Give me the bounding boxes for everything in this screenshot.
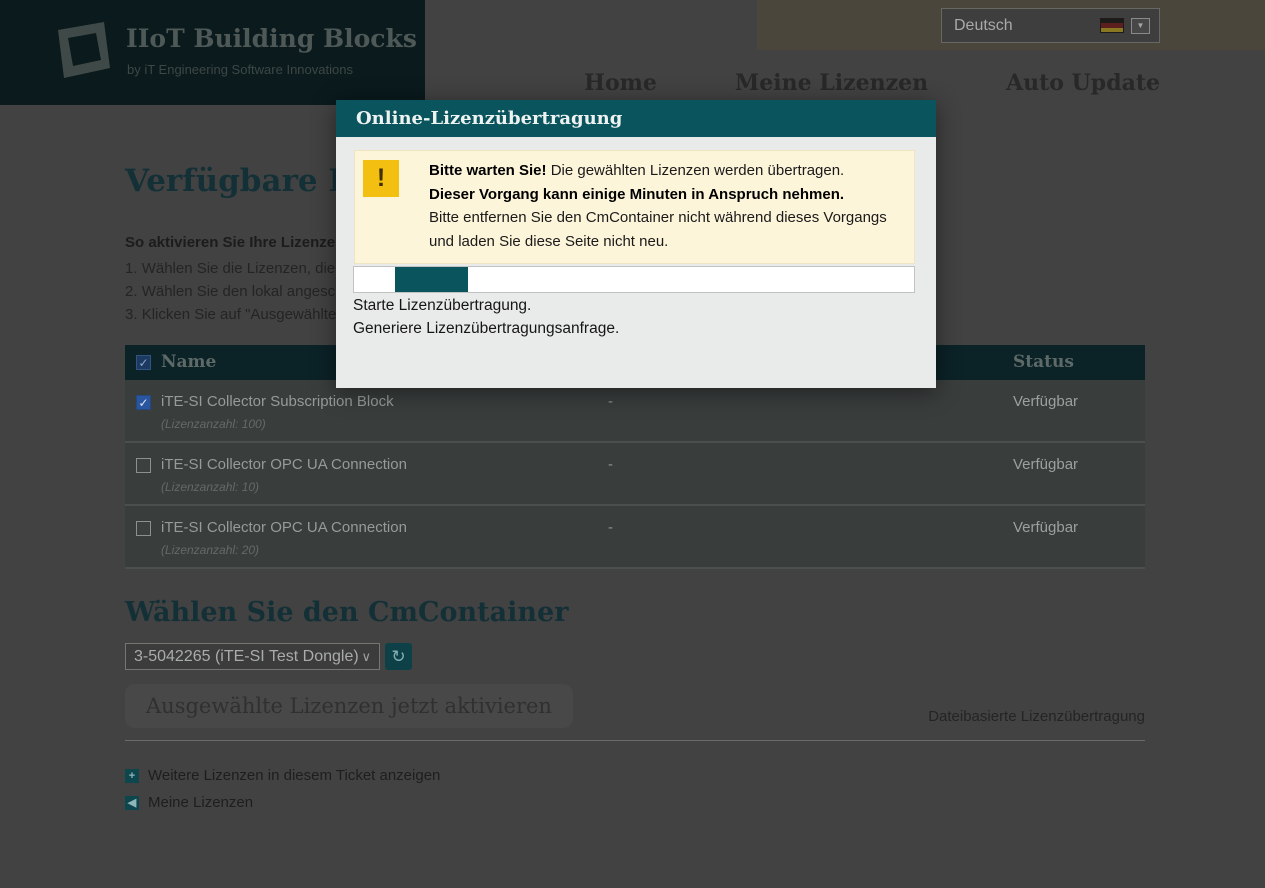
warning-bold-2: Dieser Vorgang kann einige Minuten in An… xyxy=(429,186,844,203)
dropdown-arrow-icon[interactable]: ▼ xyxy=(1131,18,1150,34)
cmcontainer-heading: Wählen Sie den CmContainer xyxy=(125,597,568,628)
license-name: iTE-SI Collector Subscription Block xyxy=(161,393,394,410)
row-checkbox[interactable] xyxy=(136,521,151,536)
warning-text: Bitte warten Sie! Die gewählten Lizenzen… xyxy=(429,159,887,253)
progress-bar xyxy=(353,266,915,293)
license-name: iTE-SI Collector OPC UA Connection xyxy=(161,519,407,536)
nav-item-meine-lizenzen[interactable]: Meine Lizenzen xyxy=(735,70,928,96)
screen: IIoT Building Blocks by iT Engineering S… xyxy=(0,0,1265,888)
refresh-icon: ↻ xyxy=(391,647,405,666)
license-dash-value: - xyxy=(608,519,613,536)
german-flag-icon xyxy=(1100,18,1124,33)
license-status: Verfügbar xyxy=(1013,393,1078,410)
chevron-down-icon: ∨ xyxy=(361,649,371,665)
select-all-checkbox[interactable] xyxy=(136,355,151,370)
row-checkbox[interactable] xyxy=(136,458,151,473)
license-count: (Lizenzanzahl: 10) xyxy=(161,480,259,494)
table-row: iTE-SI Collector OPC UA Connection (Lize… xyxy=(125,443,1145,506)
brand-logo-icon xyxy=(50,16,116,86)
warning-bold-1: Bitte warten Sie! xyxy=(429,162,547,179)
table-row: iTE-SI Collector OPC UA Connection (Lize… xyxy=(125,506,1145,569)
cmcontainer-selected-value: 3-5042265 (iTE-SI Test Dongle) xyxy=(134,648,361,666)
online-license-transfer-dialog: Online-Lizenzübertragung ! Bitte warten … xyxy=(336,100,936,388)
my-licenses-label: Meine Lizenzen xyxy=(148,794,253,811)
nav-item-auto-update[interactable]: Auto Update xyxy=(1006,70,1160,96)
file-based-transfer-link[interactable]: Dateibasierte Lizenzübertragung xyxy=(928,708,1145,725)
language-select[interactable]: Deutsch ▼ xyxy=(941,8,1160,43)
dialog-title: Online-Lizenzübertragung xyxy=(336,100,936,137)
column-header-status: Status xyxy=(1013,352,1074,372)
status-message: Generiere Lizenzübertragungsanfrage. xyxy=(353,320,619,338)
my-licenses-link[interactable]: ◀ Meine Lizenzen xyxy=(125,794,253,811)
warning-box: ! Bitte warten Sie! Die gewählten Lizenz… xyxy=(354,150,915,264)
more-licenses-link[interactable]: + Weitere Lizenzen in diesem Ticket anze… xyxy=(125,767,440,784)
more-licenses-label: Weitere Lizenzen in diesem Ticket anzeig… xyxy=(148,767,440,784)
main-nav: Home Meine Lizenzen Auto Update xyxy=(584,70,1160,96)
license-count: (Lizenzanzahl: 20) xyxy=(161,543,259,557)
site-header-brand: IIoT Building Blocks by iT Engineering S… xyxy=(0,0,425,105)
license-status: Verfügbar xyxy=(1013,456,1078,473)
table-row: iTE-SI Collector Subscription Block (Liz… xyxy=(125,380,1145,443)
license-name: iTE-SI Collector OPC UA Connection xyxy=(161,456,407,473)
activate-licenses-button[interactable]: Ausgewählte Lizenzen jetzt aktivieren xyxy=(125,684,573,728)
refresh-button[interactable]: ↻ xyxy=(385,643,412,670)
warning-text-2: Bitte entfernen Sie den CmContainer nich… xyxy=(429,209,887,250)
instructions-heading: So aktivieren Sie Ihre Lizenzen: xyxy=(125,234,349,251)
language-selected-value: Deutsch xyxy=(954,17,1100,35)
divider xyxy=(125,740,1145,741)
plus-icon: + xyxy=(125,769,139,783)
nav-item-home[interactable]: Home xyxy=(584,70,657,96)
license-count: (Lizenzanzahl: 100) xyxy=(161,417,266,431)
brand-subtitle: by iT Engineering Software Innovations xyxy=(127,62,353,77)
column-header-name: Name xyxy=(161,352,216,372)
back-arrow-icon: ◀ xyxy=(125,796,139,810)
row-checkbox[interactable] xyxy=(136,395,151,410)
license-dash-value: - xyxy=(608,393,613,410)
license-status: Verfügbar xyxy=(1013,519,1078,536)
status-message: Starte Lizenzübertragung. xyxy=(353,297,531,315)
progress-bar-fill xyxy=(395,267,468,292)
cmcontainer-select[interactable]: 3-5042265 (iTE-SI Test Dongle) ∨ xyxy=(125,643,380,670)
warning-text-1: Die gewählten Lizenzen werden übertragen… xyxy=(547,162,845,179)
dialog-body: ! Bitte warten Sie! Die gewählten Lizenz… xyxy=(336,137,936,388)
warning-icon: ! xyxy=(363,160,399,197)
brand-title: IIoT Building Blocks xyxy=(126,24,417,53)
license-dash-value: - xyxy=(608,456,613,473)
